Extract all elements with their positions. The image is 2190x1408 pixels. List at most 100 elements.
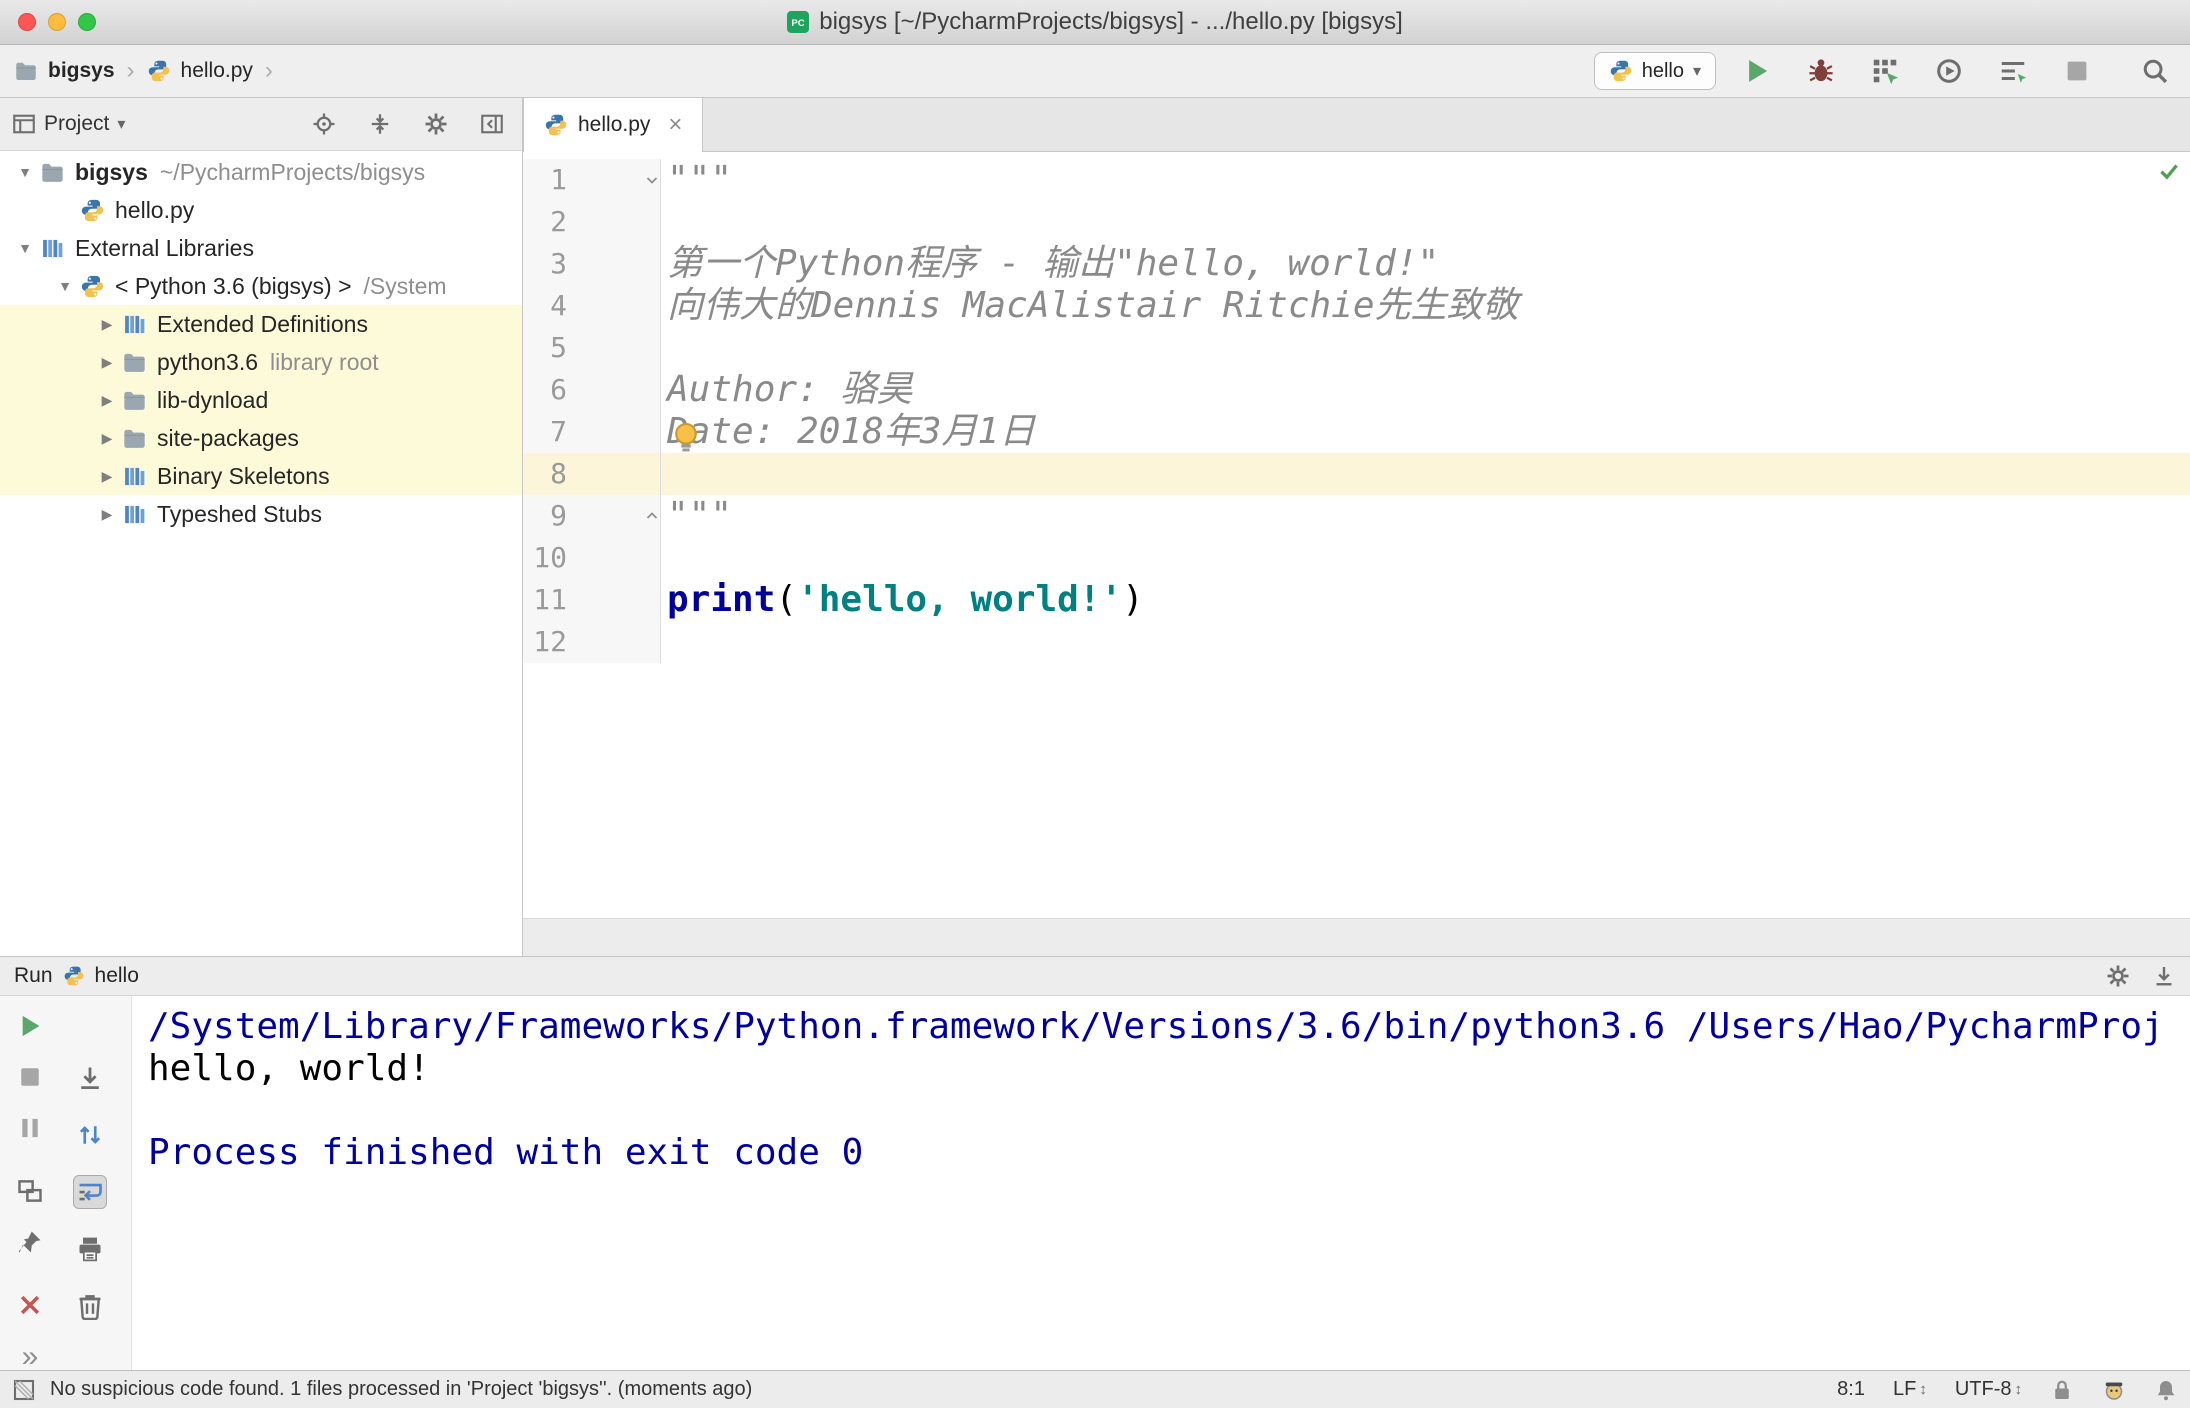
run-with-coverage-button[interactable] bbox=[1864, 50, 1906, 92]
chevron-right-icon: › bbox=[126, 57, 135, 84]
encoding-widget[interactable]: UTF-8 ↕ bbox=[1955, 1378, 2022, 1401]
caret-position-widget[interactable]: 8:1 bbox=[1837, 1378, 1865, 1401]
tree-item-bigsys[interactable]: ▼ bigsys ~/PycharmProjects/bigsys bbox=[0, 153, 522, 191]
editor-line-2[interactable]: 2 bbox=[523, 201, 2190, 243]
editor-line-1[interactable]: 1 """ bbox=[523, 159, 2190, 201]
breadcrumb-file[interactable]: hello.py bbox=[181, 59, 253, 83]
tab-close-icon[interactable]: × bbox=[668, 113, 682, 137]
run-panel-actions bbox=[2106, 964, 2176, 988]
main-toolbar: bigsys › hello.py › hello ▾ bbox=[0, 45, 2190, 98]
line-number: 11 bbox=[523, 579, 573, 621]
console-output[interactable]: /System/Library/Frameworks/Python.framew… bbox=[132, 996, 2190, 1370]
tree-item-site-packages[interactable]: ▶ site-packages bbox=[0, 419, 522, 457]
window-title-wrap: PC bigsys [~/PycharmProjects/bigsys] - .… bbox=[0, 0, 2190, 44]
gear-icon[interactable] bbox=[418, 106, 454, 142]
breadcrumb-project[interactable]: bigsys bbox=[48, 59, 115, 83]
inspections-ok-icon[interactable] bbox=[2158, 160, 2180, 182]
tree-item-python-3.6-bigsys[interactable]: ▼ < Python 3.6 (bigsys) > /System bbox=[0, 267, 522, 305]
line-number: 7 bbox=[523, 411, 573, 453]
editor-line-9[interactable]: 9 """ bbox=[523, 495, 2190, 537]
gear-icon[interactable] bbox=[2106, 964, 2130, 988]
fold-gutter bbox=[643, 243, 661, 285]
restore-layout-button[interactable] bbox=[13, 1177, 47, 1205]
toolwindow-switcher-icon[interactable] bbox=[12, 1378, 36, 1402]
folder-icon bbox=[14, 59, 38, 83]
code-text: """ bbox=[667, 159, 733, 200]
tree-item-lib-dynload[interactable]: ▶ lib-dynload bbox=[0, 381, 522, 419]
intention-bulb-icon[interactable] bbox=[669, 420, 703, 454]
tree-collapsed-arrow-icon[interactable]: ▶ bbox=[92, 354, 122, 371]
tree-item-extended-definitions[interactable]: ▶ Extended Definitions bbox=[0, 305, 522, 343]
tree-collapsed-arrow-icon[interactable]: ▶ bbox=[92, 316, 122, 333]
tree-collapsed-arrow-icon[interactable]: ▶ bbox=[92, 506, 122, 523]
print-icon[interactable] bbox=[73, 1232, 107, 1266]
project-panel-title[interactable]: Project bbox=[44, 112, 109, 136]
tree-item-python3.6[interactable]: ▶ python3.6 library root bbox=[0, 343, 522, 381]
run-configuration-label: hello bbox=[1641, 59, 1684, 82]
tree-item-hello.py[interactable]: hello.py bbox=[0, 191, 522, 229]
fold-marker-icon[interactable] bbox=[643, 495, 661, 537]
collapse-all-icon[interactable] bbox=[362, 106, 398, 142]
fold-marker-icon[interactable] bbox=[643, 159, 661, 201]
stack-trace-arrows-icon[interactable] bbox=[73, 1118, 107, 1152]
run-toolbar: » bbox=[0, 996, 132, 1372]
project-pane-icon bbox=[12, 112, 36, 136]
tree-expanded-arrow-icon[interactable]: ▼ bbox=[10, 164, 40, 180]
status-message[interactable]: No suspicious code found. 1 files proces… bbox=[50, 1378, 752, 1401]
fold-gutter bbox=[643, 327, 661, 369]
close-window-button[interactable] bbox=[18, 13, 36, 31]
tree-item-label: Extended Definitions bbox=[157, 310, 368, 337]
rerun-button[interactable] bbox=[13, 1012, 47, 1040]
hector-inspector-icon[interactable] bbox=[2102, 1378, 2126, 1402]
tree-collapsed-arrow-icon[interactable]: ▶ bbox=[92, 468, 122, 485]
tree-item-external-libraries[interactable]: ▼ External Libraries bbox=[0, 229, 522, 267]
editor-line-8[interactable]: 8 bbox=[523, 453, 2190, 495]
profiler-button[interactable] bbox=[1928, 50, 1970, 92]
hide-panel-icon[interactable] bbox=[2152, 964, 2176, 988]
editor-line-3[interactable]: 3 第一个Python程序 - 输出"hello, world!" bbox=[523, 243, 2190, 285]
line-number: 5 bbox=[523, 327, 573, 369]
editor-line-4[interactable]: 4 向伟大的Dennis MacAlistair Ritchie先生致敬 bbox=[523, 285, 2190, 327]
chevron-down-icon[interactable]: ▾ bbox=[117, 114, 125, 134]
lock-icon[interactable] bbox=[2050, 1378, 2074, 1402]
locate-file-icon[interactable] bbox=[306, 106, 342, 142]
event-log-icon[interactable] bbox=[2154, 1378, 2178, 1402]
tree-collapsed-arrow-icon[interactable]: ▶ bbox=[92, 392, 122, 409]
code-editor[interactable]: 1 """ 2 3 第一个Python程序 - 输出"hello, world!" 4 向伟… bbox=[523, 152, 2190, 918]
editor-line-6[interactable]: 6 Author: 骆昊 bbox=[523, 369, 2190, 411]
tree-collapsed-arrow-icon[interactable]: ▶ bbox=[92, 430, 122, 447]
run-button[interactable] bbox=[1736, 50, 1778, 92]
debug-button[interactable] bbox=[1800, 50, 1842, 92]
minimize-window-button[interactable] bbox=[48, 13, 66, 31]
tree-expanded-arrow-icon[interactable]: ▼ bbox=[10, 240, 40, 256]
fold-gutter bbox=[643, 621, 661, 663]
pin-tab-button[interactable] bbox=[13, 1228, 47, 1256]
run-panel-title[interactable]: Run bbox=[14, 964, 53, 988]
soft-wrap-button[interactable] bbox=[73, 1175, 107, 1209]
editor-line-12[interactable]: 12 bbox=[523, 621, 2190, 663]
editor-line-5[interactable]: 5 bbox=[523, 327, 2190, 369]
clear-all-icon[interactable] bbox=[73, 1289, 107, 1323]
close-icon[interactable] bbox=[13, 1291, 47, 1319]
project-panel-actions bbox=[306, 106, 510, 142]
tree-expanded-arrow-icon[interactable]: ▼ bbox=[50, 278, 80, 294]
editor-line-7[interactable]: 7 Date: 2018年3月1日 bbox=[523, 411, 2190, 453]
tree-item-typeshed-stubs[interactable]: ▶ Typeshed Stubs bbox=[0, 495, 522, 533]
hide-panel-icon[interactable] bbox=[474, 106, 510, 142]
run-configuration-select[interactable]: hello ▾ bbox=[1593, 52, 1716, 90]
more-options-button[interactable]: » bbox=[22, 1342, 39, 1372]
editor-line-11[interactable]: 11 print('hello, world!') bbox=[523, 579, 2190, 621]
python-icon bbox=[80, 198, 105, 223]
zoom-window-button[interactable] bbox=[78, 13, 96, 31]
tree-item-binary-skeletons[interactable]: ▶ Binary Skeletons bbox=[0, 457, 522, 495]
fold-gutter bbox=[643, 201, 661, 243]
scroll-to-end-icon[interactable] bbox=[73, 1061, 107, 1095]
project-panel-header: Project ▾ bbox=[0, 98, 522, 151]
concurrency-diagram-button[interactable] bbox=[1992, 50, 2034, 92]
encoding-value: UTF-8 bbox=[1954, 1378, 2012, 1400]
editor-line-10[interactable]: 10 bbox=[523, 537, 2190, 579]
editor-tab-hello-py[interactable]: hello.py × bbox=[523, 98, 704, 152]
line-separator-widget[interactable]: LF ↕ bbox=[1893, 1378, 1927, 1401]
search-everywhere-icon[interactable] bbox=[2134, 50, 2176, 92]
